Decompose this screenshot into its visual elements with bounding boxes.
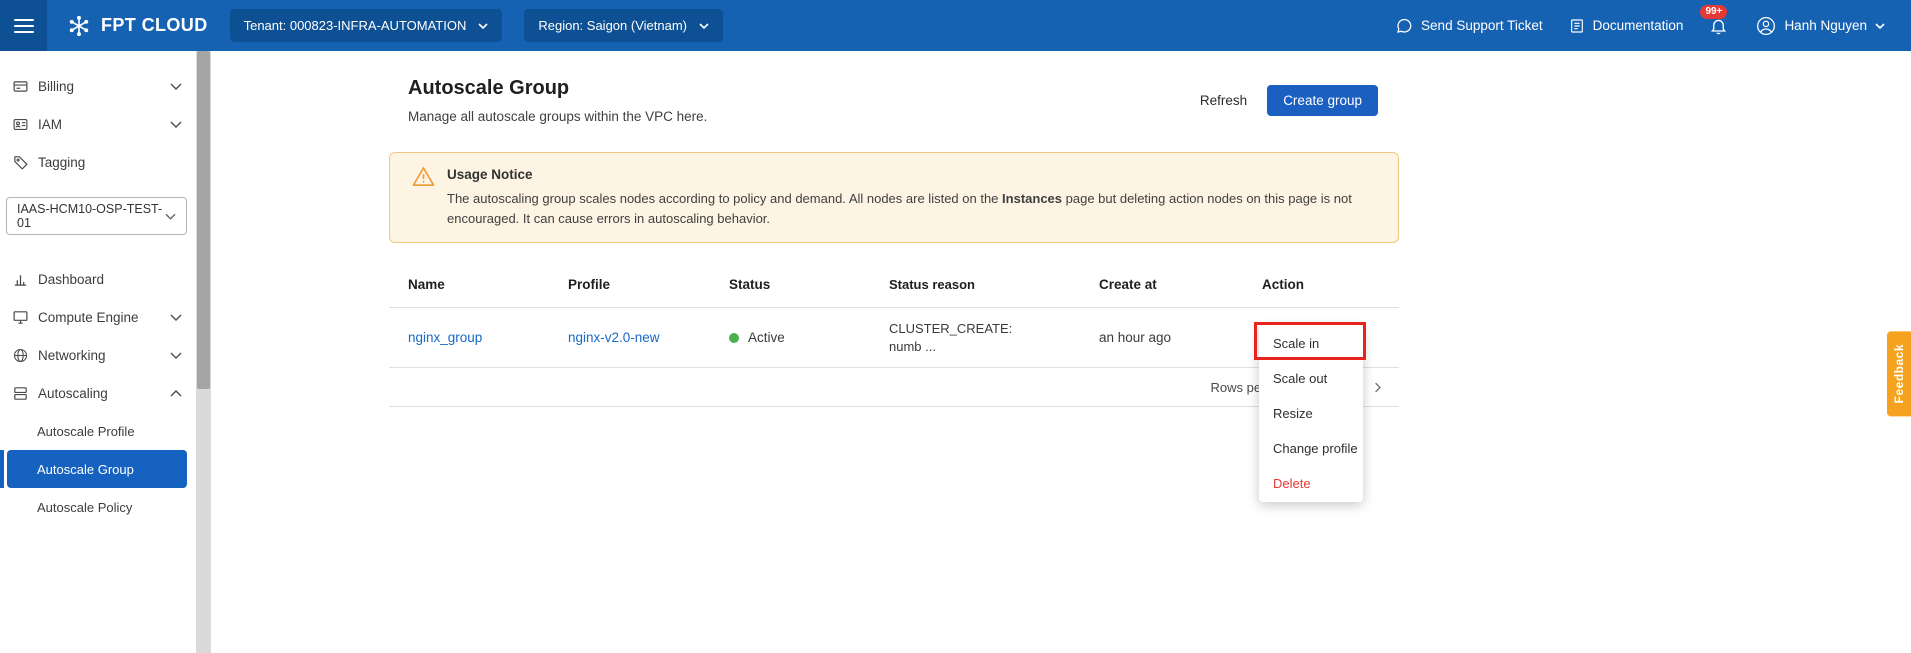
sidebar-subitem-label: Autoscale Group — [37, 462, 134, 477]
tenant-label: Tenant: 000823-INFRA-AUTOMATION — [244, 18, 467, 33]
chevron-down-icon — [170, 352, 182, 359]
column-header: Status reason — [889, 276, 1099, 294]
user-icon — [1756, 16, 1776, 36]
vpc-selector[interactable]: IAAS-HCM10-OSP-TEST-01 — [6, 197, 187, 235]
menu-toggle-button[interactable] — [0, 0, 47, 51]
fpt-cloud-logo[interactable]: FPT CLOUD — [64, 12, 208, 40]
sidebar-item-autoscale-policy[interactable]: Autoscale Policy — [7, 488, 187, 526]
sidebar-subitem-label: Autoscale Profile — [37, 424, 135, 439]
sidebar-item-label: IAM — [38, 117, 170, 132]
support-ticket-link[interactable]: Send Support Ticket — [1395, 17, 1543, 35]
sidebar-item-label: Dashboard — [38, 272, 182, 287]
networking-icon — [12, 347, 38, 364]
user-name: Hanh Nguyen — [1784, 18, 1867, 33]
next-page-button[interactable] — [1370, 380, 1385, 395]
chevron-up-icon — [170, 390, 182, 397]
vpc-selector-value: IAAS-HCM10-OSP-TEST-01 — [17, 202, 165, 230]
page-subtitle: Manage all autoscale groups within the V… — [408, 109, 707, 124]
row-action-menu: Scale in Scale out Resize Change profile… — [1259, 325, 1363, 502]
main-content: Autoscale Group Manage all autoscale gro… — [211, 51, 1911, 653]
sidebar-item-compute-engine[interactable]: Compute Engine — [0, 298, 196, 336]
region-label: Region: Saigon (Vietnam) — [538, 18, 687, 33]
page-title: Autoscale Group — [408, 77, 707, 100]
status-label: Active — [748, 330, 785, 345]
caret-down-icon — [699, 23, 709, 29]
table-header: Name Profile Status Status reason Create… — [389, 261, 1399, 308]
dashboard-icon — [12, 271, 38, 288]
sidebar-item-tagging[interactable]: Tagging — [0, 143, 196, 181]
sidebar-item-networking[interactable]: Networking — [0, 336, 196, 374]
sidebar-item-billing[interactable]: Billing — [0, 67, 196, 105]
menu-item-delete[interactable]: Delete — [1259, 466, 1363, 501]
chat-icon — [1395, 17, 1413, 35]
column-header: Name — [389, 277, 568, 292]
caret-down-icon — [478, 23, 488, 29]
sidebar-item-autoscale-group[interactable]: Autoscale Group — [7, 450, 187, 488]
documentation-link[interactable]: Documentation — [1569, 17, 1684, 35]
tag-icon — [12, 154, 38, 171]
chevron-down-icon — [170, 83, 182, 90]
menu-item-resize[interactable]: Resize — [1259, 396, 1363, 431]
bell-icon — [1709, 16, 1728, 36]
sidebar-item-autoscale-profile[interactable]: Autoscale Profile — [7, 412, 187, 450]
group-name-link[interactable]: nginx_group — [408, 330, 482, 345]
create-at: an hour ago — [1099, 330, 1262, 345]
notification-badge: 99+ — [1700, 5, 1727, 19]
sidebar-item-label: Billing — [38, 79, 170, 94]
menu-item-scale-in[interactable]: Scale in — [1259, 326, 1363, 361]
billing-icon — [12, 78, 38, 95]
sidebar-item-label: Autoscaling — [38, 386, 170, 401]
chevron-down-icon — [170, 121, 182, 128]
table-footer: Rows per page: 25 — [389, 368, 1399, 407]
compute-engine-icon — [12, 309, 38, 326]
region-selector[interactable]: Region: Saigon (Vietnam) — [524, 9, 723, 42]
sidebar-scrollbar-thumb[interactable] — [197, 51, 210, 389]
logo-text: FPT CLOUD — [101, 15, 208, 36]
sidebar-item-autoscaling[interactable]: Autoscaling — [0, 374, 196, 412]
sidebar: Billing IAM Tagging IAAS-HCM10-OSP-TEST-… — [0, 51, 196, 653]
user-menu[interactable]: Hanh Nguyen — [1756, 16, 1885, 36]
autoscaling-icon — [12, 385, 38, 402]
document-icon — [1569, 17, 1585, 35]
menu-item-change-profile[interactable]: Change profile — [1259, 431, 1363, 466]
documentation-label: Documentation — [1593, 18, 1684, 33]
notice-body: The autoscaling group scales nodes accor… — [447, 189, 1382, 229]
sidebar-item-dashboard[interactable]: Dashboard — [0, 260, 196, 298]
refresh-button[interactable]: Refresh — [1200, 93, 1247, 108]
sidebar-scrollbar[interactable] — [196, 51, 211, 653]
column-header: Profile — [568, 277, 729, 292]
iam-icon — [12, 116, 38, 133]
top-navbar: FPT CLOUD Tenant: 000823-INFRA-AUTOMATIO… — [0, 0, 1911, 51]
table-row: nginx_group nginx-v2.0-new Active CLUSTE… — [389, 308, 1399, 368]
menu-icon — [14, 18, 34, 34]
notice-title: Usage Notice — [447, 167, 1382, 182]
sidebar-item-label: Tagging — [38, 155, 182, 170]
status-reason: CLUSTER_CREATE: numb ... — [889, 320, 1099, 355]
notifications-button[interactable]: 99+ — [1709, 16, 1728, 36]
fpt-cloud-logo-icon — [64, 12, 94, 40]
chevron-down-icon — [170, 314, 182, 321]
menu-item-scale-out[interactable]: Scale out — [1259, 361, 1363, 396]
status-dot — [729, 333, 739, 343]
sidebar-subitem-label: Autoscale Policy — [37, 500, 132, 515]
warning-icon — [412, 166, 435, 229]
column-header: Create at — [1099, 277, 1262, 292]
tenant-selector[interactable]: Tenant: 000823-INFRA-AUTOMATION — [230, 9, 503, 42]
support-ticket-label: Send Support Ticket — [1421, 18, 1543, 33]
sidebar-item-label: Compute Engine — [38, 310, 170, 325]
sidebar-item-label: Networking — [38, 348, 170, 363]
profile-link[interactable]: nginx-v2.0-new — [568, 330, 660, 345]
column-header: Action — [1262, 277, 1399, 292]
sidebar-item-iam[interactable]: IAM — [0, 105, 196, 143]
create-group-button[interactable]: Create group — [1267, 85, 1378, 116]
caret-down-icon — [165, 213, 176, 220]
column-header: Status — [729, 277, 889, 292]
feedback-tab[interactable]: Feedback — [1887, 331, 1911, 416]
usage-notice: Usage Notice The autoscaling group scale… — [389, 152, 1399, 243]
caret-down-icon — [1875, 23, 1885, 29]
autoscale-group-table: Name Profile Status Status reason Create… — [389, 261, 1399, 407]
